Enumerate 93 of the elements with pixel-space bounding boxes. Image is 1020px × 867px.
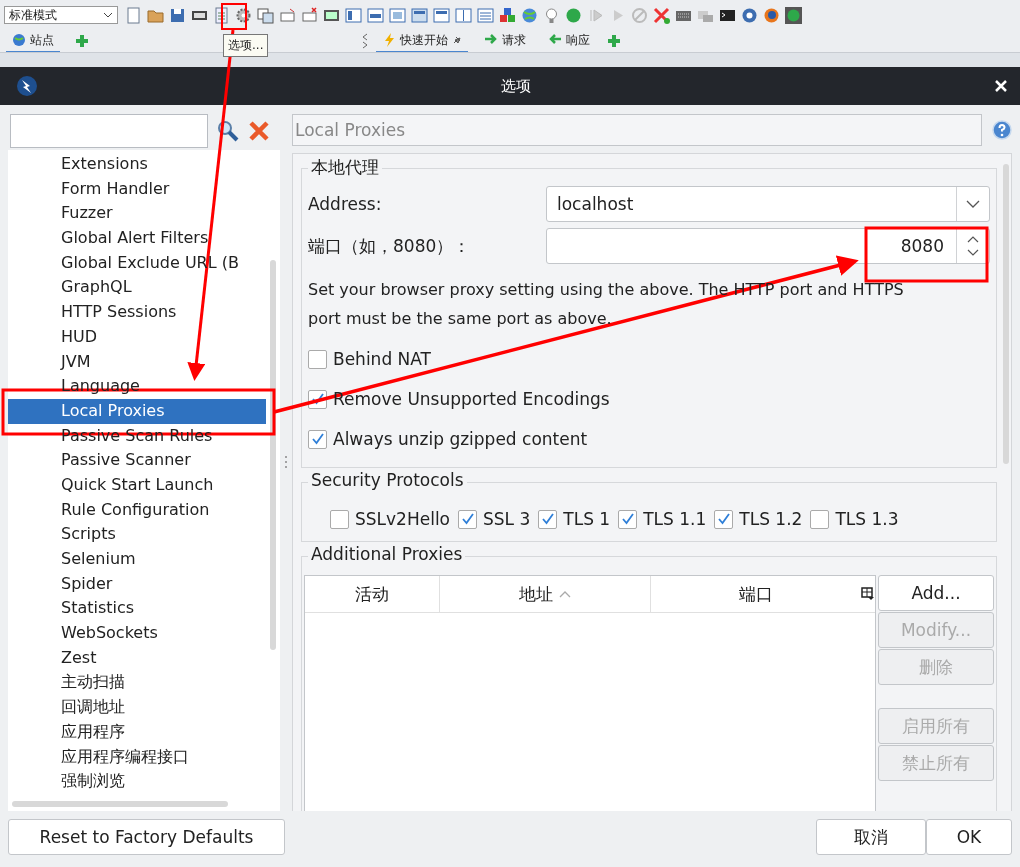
checkbox-label: TLS 1.2 <box>739 509 803 529</box>
highlight-box <box>221 3 247 30</box>
scrollbar[interactable] <box>12 801 228 807</box>
tree-item[interactable]: Fuzzer <box>8 201 266 227</box>
tree-item[interactable]: Zest <box>8 645 266 671</box>
tab[interactable]: 请求 <box>478 29 532 53</box>
layout-icon[interactable] <box>344 5 363 25</box>
checkbox[interactable] <box>618 509 638 529</box>
tree-item[interactable]: Local Proxies <box>8 398 266 424</box>
tree-item[interactable]: Extensions <box>8 152 266 177</box>
reset-button[interactable]: Reset to Factory Defaults <box>8 819 285 855</box>
plus-icon[interactable] <box>606 33 622 49</box>
tree-item[interactable]: WebSockets <box>8 621 266 646</box>
field-label: Address: <box>308 194 383 214</box>
scrollbar[interactable] <box>1003 164 1009 464</box>
chevrons-icon[interactable] <box>360 32 370 50</box>
layout-icon[interactable] <box>410 5 429 25</box>
column-header[interactable]: 活动 <box>305 576 440 612</box>
checkbox[interactable] <box>308 349 327 369</box>
tree-item[interactable]: 应用程序编程接口 <box>8 744 266 770</box>
up-down-arrows-icon[interactable] <box>967 235 979 257</box>
layout-icon[interactable] <box>476 5 495 25</box>
layout-icon[interactable] <box>366 5 385 25</box>
checkbox-label: Remove Unsupported Encodings <box>333 389 610 409</box>
tree-item[interactable]: 回调地址 <box>8 695 266 720</box>
chevron-down-icon <box>103 12 113 18</box>
checkbox[interactable] <box>810 509 830 529</box>
tree-item[interactable]: HUD <box>8 324 266 350</box>
tree-item[interactable]: 应用程序 <box>8 719 266 745</box>
globe-icon <box>12 33 26 47</box>
checkbox-label: TLS 1.3 <box>835 509 899 529</box>
checkbox-label: Always unzip gzipped content <box>333 429 588 449</box>
close-icon[interactable] <box>994 79 1008 93</box>
page-icon[interactable] <box>124 5 143 25</box>
blocks-icon[interactable] <box>498 5 517 25</box>
chevron-down-icon <box>966 200 980 208</box>
checkbox-label: SSLv2Hello <box>355 509 451 529</box>
field-label: 端口（如，8080）： <box>308 234 472 258</box>
tree-item[interactable]: Selenium <box>8 547 266 572</box>
group-title: Security Protocols <box>308 470 467 490</box>
tree-item[interactable]: Quick Start Launch <box>8 472 266 498</box>
tooltip: 选项... <box>223 34 269 57</box>
checkbox[interactable] <box>330 509 349 529</box>
tree-item[interactable]: HTTP Sessions <box>8 300 266 325</box>
lightning-icon <box>382 32 396 48</box>
layout-icon[interactable] <box>388 5 407 25</box>
tree-item[interactable]: Scripts <box>8 522 266 547</box>
checkbox[interactable] <box>308 429 327 449</box>
panel-title: Local Proxies <box>292 114 982 146</box>
tab[interactable]: 响应 <box>542 29 596 53</box>
layout-icon[interactable] <box>432 5 451 25</box>
search-field[interactable] <box>10 114 208 148</box>
checkbox-label: Behind NAT <box>333 349 431 369</box>
dialog-button[interactable]: OK <box>926 819 1012 855</box>
address-dropdown[interactable]: localhost <box>546 186 990 222</box>
window-icon[interactable] <box>256 5 275 25</box>
column-header[interactable]: 端口 <box>651 576 861 612</box>
checkbox-label: TLS 1.1 <box>643 509 707 529</box>
tree-item[interactable]: Spider <box>8 571 266 597</box>
app-logo-icon <box>16 75 38 97</box>
plus-icon[interactable] <box>74 33 90 49</box>
tree-item[interactable]: Passive Scanner <box>8 448 266 473</box>
side-button[interactable]: Add... <box>878 575 994 611</box>
window-title: 选项 <box>500 76 532 96</box>
checkbox-label: SSL 3 <box>483 509 531 529</box>
document-icon[interactable] <box>212 5 231 25</box>
cross-icon[interactable] <box>652 5 671 25</box>
mode-dropdown[interactable]: 标准模式 <box>4 6 118 24</box>
checkbox[interactable] <box>538 509 558 529</box>
checkbox[interactable] <box>458 509 478 529</box>
tree-item[interactable]: GraphQL <box>8 275 266 301</box>
checkbox-label: TLS 1 <box>563 509 611 529</box>
port-spinner[interactable]: 8080 <box>546 228 990 264</box>
group-title: 本地代理 <box>308 156 382 179</box>
tree-item[interactable]: Global Alert Filters <box>8 226 266 251</box>
layout-icon[interactable] <box>454 5 473 25</box>
help-icon[interactable] <box>992 120 1012 140</box>
tree-item[interactable]: Rule Configuration <box>8 497 266 523</box>
column-header[interactable]: 地址 <box>440 576 651 612</box>
sort-ascending-icon <box>559 590 571 598</box>
dialog-button[interactable]: 取消 <box>816 819 926 855</box>
tree-item[interactable]: JVM <box>8 349 266 375</box>
checkbox[interactable] <box>714 509 734 529</box>
tree-item[interactable]: 主动扫描 <box>8 670 266 696</box>
column-chooser-icon[interactable] <box>861 587 875 601</box>
tree-item[interactable]: Statistics <box>8 596 266 622</box>
scrollbar[interactable] <box>270 260 276 650</box>
window-close-icon[interactable] <box>300 5 319 25</box>
tree-item[interactable]: Form Handler <box>8 176 266 202</box>
clear-icon[interactable] <box>248 120 270 142</box>
tree-item[interactable]: 强制浏览 <box>8 769 266 794</box>
splitter-handle-icon[interactable] <box>284 455 288 469</box>
search-icon[interactable] <box>216 119 240 143</box>
